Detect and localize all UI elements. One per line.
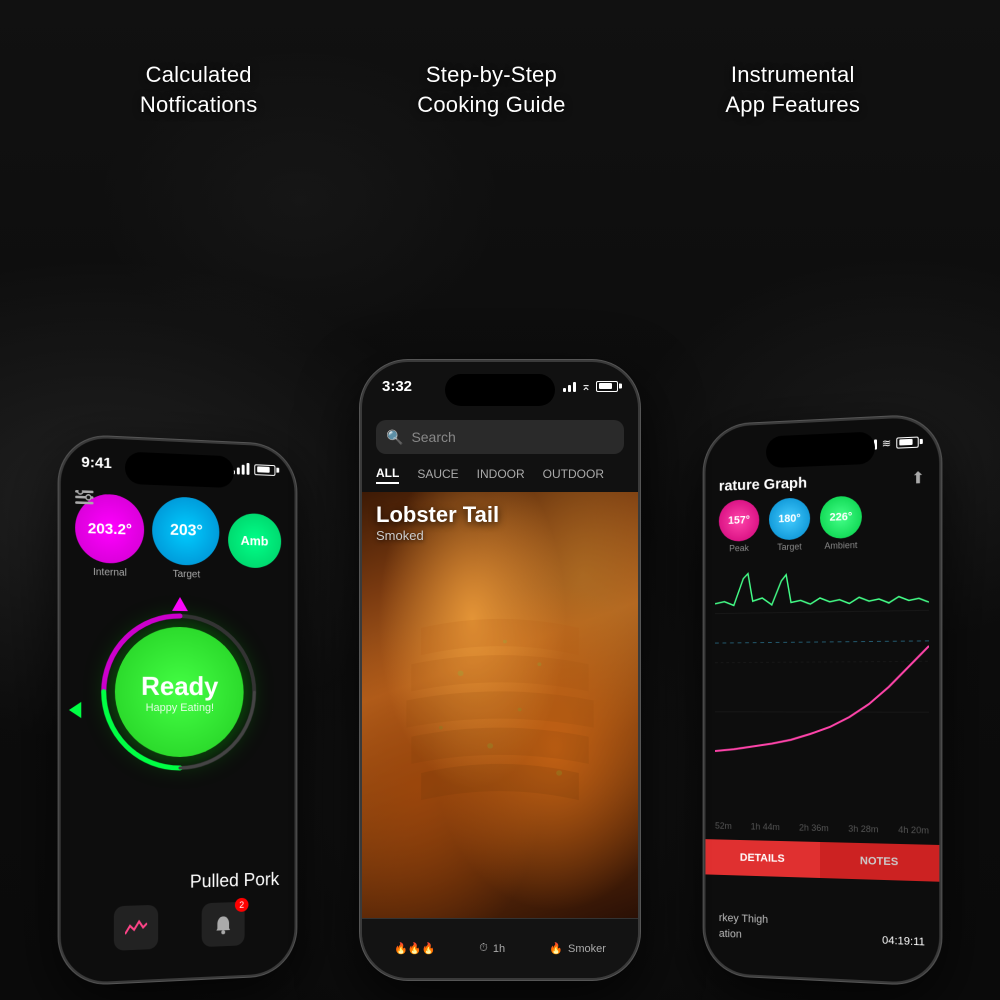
- time-left: 9:41: [81, 453, 112, 472]
- lobster-image: Lobster Tail Smoked: [362, 492, 638, 918]
- peak-label: Peak: [729, 543, 749, 553]
- lobster-detail-svg: [362, 492, 638, 918]
- left-screen: 9:41: [61, 436, 295, 983]
- target-label: Target: [777, 542, 802, 553]
- tab-outdoor[interactable]: OUTDOOR: [543, 465, 604, 483]
- peak-indicator: 157° Peak: [719, 499, 759, 553]
- wifi-icon-center: ⌅: [581, 379, 591, 393]
- timeline-1: 52m: [715, 821, 732, 831]
- target-temp-col: 203° Target: [153, 496, 220, 581]
- notes-tab[interactable]: NOTES: [820, 842, 939, 882]
- notification-button[interactable]: 2: [202, 902, 245, 947]
- signal-icon-center: [563, 380, 576, 392]
- target-indicator: 180° Target: [769, 497, 810, 552]
- center-screen: 3:32 ⌅ 🔍 Search ALL SAUCE INDOOR: [362, 362, 638, 978]
- top-arrow-indicator: [172, 597, 188, 611]
- temp-display-row: 203.2° Internal 203° Target Amb: [61, 493, 295, 583]
- search-icon: 🔍: [386, 429, 403, 446]
- phone-left: 9:41: [59, 434, 297, 986]
- time-indicator: ⏱ 1h: [479, 942, 505, 955]
- label-notifications: Calculated Notfications: [140, 60, 258, 119]
- phone-right: ≋ rature Graph ⬆ 157° Peak 180°: [704, 414, 942, 986]
- meat-detail-label: rkey Thigh: [719, 912, 768, 926]
- graph-header: rature Graph ⬆: [719, 468, 925, 496]
- header-labels: Calculated Notfications Step-by-Step Coo…: [0, 60, 1000, 119]
- recipe-title: Lobster Tail: [376, 502, 499, 528]
- temperature-graph: [715, 559, 929, 763]
- recipe-card[interactable]: Lobster Tail Smoked: [362, 492, 638, 918]
- status-icons-left: [232, 462, 275, 476]
- clock-icon: ⏱: [479, 942, 488, 955]
- target-circle: 180°: [769, 497, 810, 540]
- filter-tabs[interactable]: ALL SAUCE INDOOR OUTDOOR: [376, 464, 624, 484]
- time-center: 3:32: [382, 378, 412, 395]
- duration-value: 04:19:11: [882, 935, 925, 949]
- ready-outer-ring: Ready Happy Eating!: [100, 611, 258, 773]
- timeline-labels: 52m 1h 44m 2h 36m 3h 28m 4h 20m: [715, 821, 929, 836]
- settings-icon-left[interactable]: [75, 490, 93, 510]
- smoker-indicator: 🔥 Smoker: [549, 942, 606, 955]
- details-tab[interactable]: DETAILS: [705, 839, 820, 878]
- ambient-circle: 226°: [820, 496, 862, 539]
- battery-icon-right: [896, 436, 918, 448]
- temp-indicators-row: 157° Peak 180° Target 226° Ambient: [719, 493, 925, 553]
- ambient-indicator: 226° Ambient: [820, 496, 862, 551]
- tab-sauce[interactable]: SAUCE: [417, 465, 458, 483]
- recipe-subtitle: Smoked: [376, 528, 499, 543]
- ambient-label: Ambient: [824, 540, 857, 551]
- ambient-temp-col: Amb: [228, 513, 281, 569]
- ambient-temp-value: Amb: [241, 534, 269, 548]
- timeline-3: 2h 36m: [799, 823, 829, 834]
- search-input[interactable]: Search: [411, 429, 455, 445]
- internal-temp-value: 203.2°: [88, 520, 132, 537]
- peak-value: 157°: [728, 514, 750, 527]
- tab-indoor[interactable]: INDOOR: [477, 465, 525, 483]
- time-value: 1h: [493, 943, 505, 955]
- dynamic-island-left: [125, 452, 234, 489]
- timeline-2: 1h 44m: [751, 822, 780, 833]
- detail-tabs[interactable]: DETAILS NOTES: [705, 839, 939, 882]
- wifi-icon-right: ≋: [882, 436, 891, 450]
- timeline-5: 4h 20m: [898, 825, 929, 836]
- smoker-icon: 🔥: [549, 942, 563, 955]
- fire-indicator: 🔥🔥🔥: [394, 942, 435, 955]
- left-arrow-indicator: [69, 702, 81, 718]
- internal-temp-label: Internal: [93, 567, 127, 579]
- target-temp-value: 203°: [170, 523, 203, 540]
- ring-svg: [100, 611, 258, 773]
- label-app-features: Instrumental App Features: [725, 60, 860, 119]
- battery-icon-center: [596, 381, 618, 392]
- tab-all[interactable]: ALL: [376, 464, 399, 484]
- smoker-label: Smoker: [568, 943, 606, 955]
- label-cooking-guide: Step-by-Step Cooking Guide: [417, 60, 565, 119]
- recipe-title-overlay: Lobster Tail Smoked: [376, 502, 499, 543]
- detail-content: rkey Thigh ation 04:19:11: [719, 912, 925, 952]
- share-button[interactable]: ⬆: [911, 468, 925, 489]
- graph-button[interactable]: [114, 905, 158, 951]
- meat-name-label: Pulled Pork: [61, 869, 295, 897]
- graph-svg: [715, 559, 929, 763]
- dynamic-island-center: [445, 374, 555, 406]
- peak-circle: 157°: [719, 499, 759, 542]
- center-bottom-bar: 🔥🔥🔥 ⏱ 1h 🔥 Smoker: [362, 918, 638, 978]
- search-bar[interactable]: 🔍 Search: [376, 420, 624, 454]
- target-temp-label: Target: [173, 569, 200, 581]
- fire-icon: 🔥🔥🔥: [394, 942, 435, 955]
- signal-icon-left: [232, 462, 249, 475]
- duration-label: ation: [719, 928, 742, 941]
- graph-title: rature Graph: [719, 474, 807, 494]
- ready-section: Ready Happy Eating!: [100, 611, 258, 773]
- target-temp-circle: 203°: [153, 496, 220, 566]
- phone-center: 3:32 ⌅ 🔍 Search ALL SAUCE INDOOR: [360, 360, 640, 980]
- ambient-value: 226°: [830, 511, 853, 524]
- bottom-icons-row[interactable]: 2: [61, 900, 295, 953]
- status-icons-center: ⌅: [563, 379, 618, 393]
- right-screen: ≋ rature Graph ⬆ 157° Peak 180°: [705, 416, 939, 984]
- ambient-temp-circle: Amb: [228, 513, 281, 569]
- dynamic-island-right: [766, 431, 875, 468]
- notification-badge: 2: [235, 898, 249, 912]
- target-value: 180°: [778, 513, 800, 526]
- battery-icon-left: [254, 464, 275, 476]
- timeline-4: 3h 28m: [848, 824, 878, 835]
